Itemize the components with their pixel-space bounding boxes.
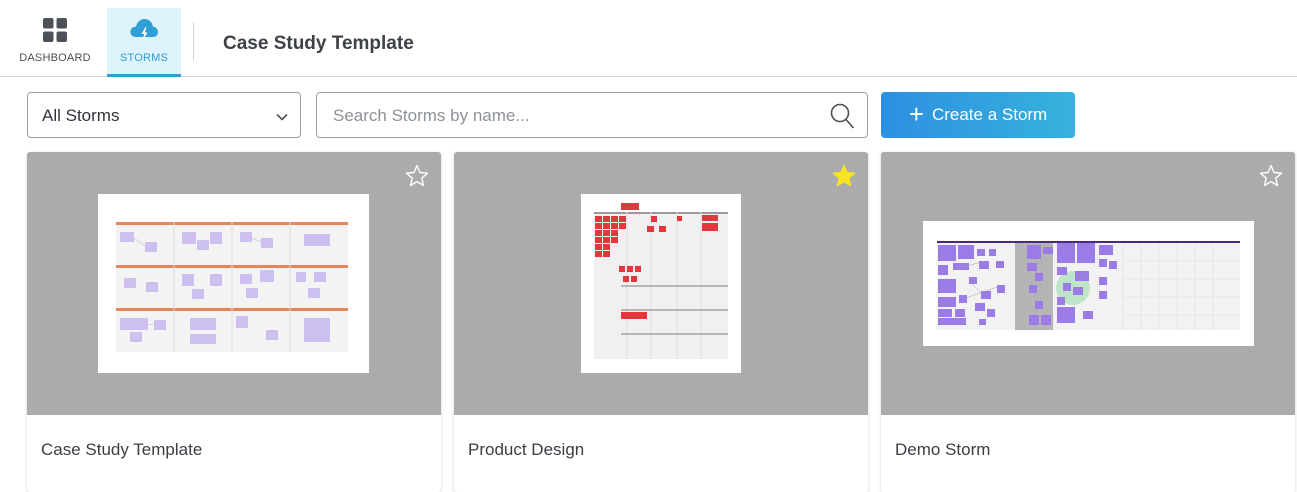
storm-card[interactable]: Case Study Template xyxy=(27,152,441,492)
cloud-lightning-icon xyxy=(129,14,159,46)
favorite-star-icon[interactable] xyxy=(1259,164,1283,192)
nav-dashboard[interactable]: DASHBOARD xyxy=(6,8,104,76)
plus-icon: + xyxy=(908,98,924,129)
create-storm-button[interactable]: + Create a Storm xyxy=(881,92,1075,138)
storm-card-name: Product Design xyxy=(468,440,585,459)
storm-card-name: Case Study Template xyxy=(41,440,203,459)
storm-card-name: Demo Storm xyxy=(895,440,991,459)
page-title: Case Study Template xyxy=(223,33,414,54)
nav-dashboard-label: DASHBOARD xyxy=(19,52,91,64)
storm-card[interactable]: Demo Storm xyxy=(881,152,1295,492)
nav-storms[interactable]: STORMS xyxy=(107,8,181,77)
header-divider xyxy=(193,22,194,60)
board-purple-notes-preview xyxy=(881,152,1295,415)
thumbnail-image xyxy=(98,194,369,373)
storm-filter-value: All Storms xyxy=(42,106,120,125)
create-storm-label: Create a Storm xyxy=(931,105,1048,124)
nav-storms-label: STORMS xyxy=(119,52,169,64)
dashboard-grid-icon xyxy=(43,14,67,46)
chevron-down-icon xyxy=(276,109,288,127)
search-input[interactable] xyxy=(333,104,813,128)
board-red-notes-preview xyxy=(454,152,868,415)
favorite-star-icon[interactable] xyxy=(405,164,429,192)
search-storms-field xyxy=(316,92,868,138)
thumbnail-image xyxy=(923,221,1254,346)
storm-filter-select[interactable]: All Storms xyxy=(27,92,301,138)
favorite-star-icon[interactable] xyxy=(832,164,856,192)
thumbnail-image xyxy=(581,194,741,373)
top-navigation-bar: DASHBOARD STORMS Case Study Template xyxy=(0,0,1297,77)
board-grid-preview xyxy=(27,152,441,415)
storm-card[interactable]: Product Design xyxy=(454,152,868,492)
search-icon[interactable] xyxy=(829,102,855,135)
